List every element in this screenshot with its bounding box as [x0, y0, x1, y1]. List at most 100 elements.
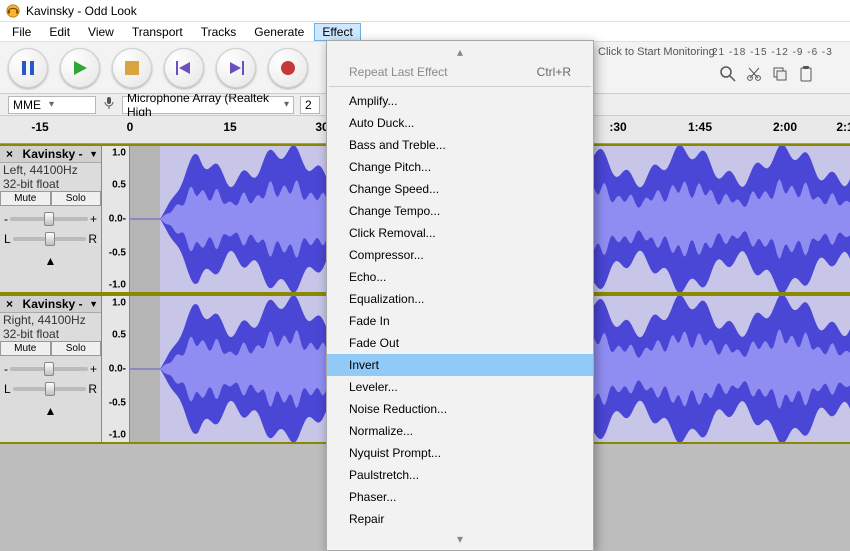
amplitude-scale: 1.0 0.5 0.0- -0.5 -1.0 — [102, 146, 130, 292]
track-channel-info: Right, 44100Hz — [0, 313, 101, 327]
menu-item-fade-in[interactable]: Fade In — [327, 310, 593, 332]
gain-plus-label: + — [90, 362, 97, 376]
track-close-button[interactable]: × — [3, 147, 16, 161]
menu-repeat-last-effect[interactable]: Repeat Last Effect Ctrl+R — [327, 61, 593, 83]
play-button[interactable] — [60, 48, 100, 88]
pause-button[interactable] — [8, 48, 48, 88]
gain-minus-label: - — [4, 212, 8, 226]
menu-view[interactable]: View — [80, 23, 122, 41]
menu-item-amplify[interactable]: Amplify... — [327, 90, 593, 112]
skip-end-button[interactable] — [216, 48, 256, 88]
track-format-info: 32-bit float — [0, 177, 101, 191]
solo-button[interactable]: Solo — [51, 341, 102, 356]
effect-menu: ▴ Repeat Last Effect Ctrl+R Amplify...Au… — [326, 40, 594, 551]
menu-item-bass-and-treble[interactable]: Bass and Treble... — [327, 134, 593, 156]
scale-label: 1.0 — [112, 298, 126, 309]
mute-button[interactable]: Mute — [0, 191, 51, 206]
amplitude-scale: 1.0 0.5 0.0- -0.5 -1.0 — [102, 296, 130, 442]
scale-label: 0.0- — [109, 364, 126, 375]
menu-item-echo[interactable]: Echo... — [327, 266, 593, 288]
gain-slider[interactable]: - + — [4, 212, 97, 226]
input-channels-combo[interactable]: 2 — [300, 96, 320, 114]
menu-item-click-removal[interactable]: Click Removal... — [327, 222, 593, 244]
menu-file[interactable]: File — [4, 23, 39, 41]
ruler-label: 2:1 — [836, 120, 850, 134]
menu-item-label: Repeat Last Effect — [349, 65, 448, 79]
gain-slider[interactable]: - + — [4, 362, 97, 376]
stop-button[interactable] — [112, 48, 152, 88]
menu-scroll-down-icon[interactable]: ▾ — [327, 530, 593, 548]
paste-icon[interactable] — [798, 66, 814, 82]
track-channel-info: Left, 44100Hz — [0, 163, 101, 177]
track-title: Kavinsky - — [23, 147, 83, 161]
gain-minus-label: - — [4, 362, 8, 376]
menu-generate[interactable]: Generate — [246, 23, 312, 41]
menu-item-leveler[interactable]: Leveler... — [327, 376, 593, 398]
scale-label: 0.5 — [112, 180, 126, 191]
scale-label: 0.5 — [112, 330, 126, 341]
solo-button[interactable]: Solo — [51, 191, 102, 206]
track-title: Kavinsky - — [23, 297, 83, 311]
window-title: Kavinsky - Odd Look — [26, 4, 137, 18]
pan-slider[interactable]: L R — [4, 382, 97, 396]
menu-item-invert[interactable]: Invert — [327, 354, 593, 376]
pan-r-label: R — [88, 232, 97, 246]
collapse-button[interactable]: ▲ — [0, 252, 101, 268]
pan-l-label: L — [4, 232, 11, 246]
monitor-hint[interactable]: Click to Start Monitoring — [598, 46, 715, 58]
track-panel: × Kavinsky - ▼ Right, 44100Hz 32-bit flo… — [0, 296, 102, 442]
menu-shortcut: Ctrl+R — [537, 65, 571, 79]
chevron-down-icon: ▾ — [284, 99, 289, 110]
menu-tracks[interactable]: Tracks — [193, 23, 245, 41]
menu-item-change-speed[interactable]: Change Speed... — [327, 178, 593, 200]
input-channels-value: 2 — [305, 98, 312, 112]
menu-item-nyquist-prompt[interactable]: Nyquist Prompt... — [327, 442, 593, 464]
cut-icon[interactable] — [746, 66, 762, 82]
gain-plus-label: + — [90, 212, 97, 226]
input-device-combo[interactable]: Microphone Array (Realtek High ▾ — [122, 96, 294, 114]
menu-item-repair[interactable]: Repair — [327, 508, 593, 530]
menu-item-normalize[interactable]: Normalize... — [327, 420, 593, 442]
menu-item-noise-reduction[interactable]: Noise Reduction... — [327, 398, 593, 420]
input-device-value: Microphone Array (Realtek High — [127, 91, 276, 119]
menu-item-change-tempo[interactable]: Change Tempo... — [327, 200, 593, 222]
titlebar: Kavinsky - Odd Look — [0, 0, 850, 22]
ruler-label: 0 — [127, 120, 134, 134]
pan-l-label: L — [4, 382, 11, 396]
menu-transport[interactable]: Transport — [124, 23, 191, 41]
ruler-label: 2:00 — [773, 120, 797, 134]
menu-item-paulstretch[interactable]: Paulstretch... — [327, 464, 593, 486]
menu-item-auto-duck[interactable]: Auto Duck... — [327, 112, 593, 134]
menu-effect[interactable]: Effect — [314, 23, 360, 41]
edit-tool-icons — [720, 66, 814, 82]
transport-controls — [8, 48, 308, 88]
copy-icon[interactable] — [772, 66, 788, 82]
ruler-label: 15 — [223, 120, 236, 134]
ruler-label: :30 — [609, 120, 626, 134]
mute-button[interactable]: Mute — [0, 341, 51, 356]
zoom-tool-icon[interactable] — [720, 66, 736, 82]
collapse-button[interactable]: ▲ — [0, 402, 101, 418]
audio-host-combo[interactable]: MME ▾ — [8, 96, 96, 114]
menu-item-compressor[interactable]: Compressor... — [327, 244, 593, 266]
scale-label: -0.5 — [109, 247, 126, 258]
scale-label: 1.0 — [112, 148, 126, 159]
menu-item-fade-out[interactable]: Fade Out — [327, 332, 593, 354]
microphone-icon — [102, 96, 116, 113]
track-panel: × Kavinsky - ▼ Left, 44100Hz 32-bit floa… — [0, 146, 102, 292]
menu-separator — [329, 86, 591, 87]
track-close-button[interactable]: × — [3, 297, 16, 311]
ruler-label: -15 — [31, 120, 48, 134]
track-menu-arrow[interactable]: ▼ — [89, 299, 98, 309]
menu-scroll-up-icon[interactable]: ▴ — [327, 43, 593, 61]
menu-item-change-pitch[interactable]: Change Pitch... — [327, 156, 593, 178]
menu-edit[interactable]: Edit — [41, 23, 78, 41]
pan-slider[interactable]: L R — [4, 232, 97, 246]
ruler-label: 1:45 — [688, 120, 712, 134]
record-button[interactable] — [268, 48, 308, 88]
menu-item-equalization[interactable]: Equalization... — [327, 288, 593, 310]
scale-label: -1.0 — [109, 279, 126, 290]
track-menu-arrow[interactable]: ▼ — [89, 149, 98, 159]
audio-host-value: MME — [13, 98, 41, 112]
skip-start-button[interactable] — [164, 48, 204, 88]
